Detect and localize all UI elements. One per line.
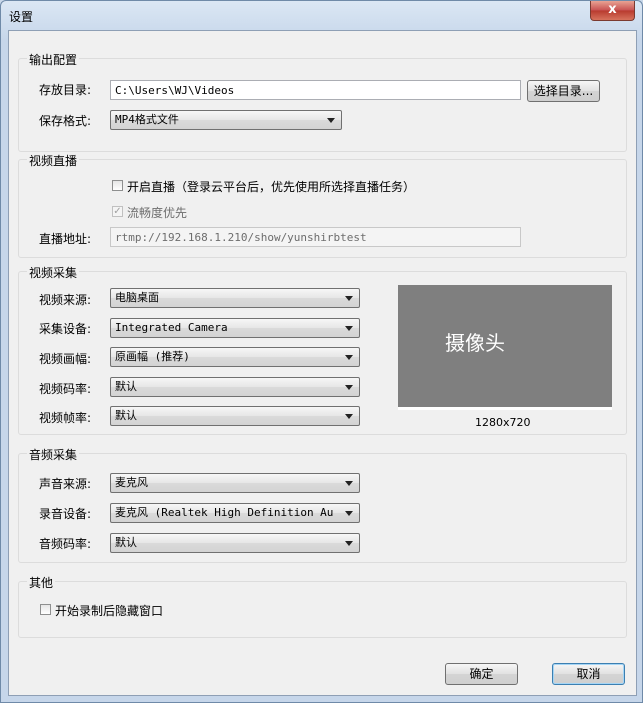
video-source-value: 电脑桌面	[115, 291, 159, 304]
camera-preview: 摄像头	[398, 285, 612, 410]
smooth-first-checkbox[interactable]: ✓	[112, 206, 123, 217]
audio-source-value: 麦克风	[115, 476, 148, 489]
other-group-title: 其他	[27, 574, 56, 591]
audio-device-label: 录音设备:	[39, 507, 92, 521]
live-group: 视频直播 开启直播（登录云平台后，优先使用所选择直播任务） ✓ 流畅度优先 直播…	[18, 152, 627, 258]
cancel-button[interactable]: 取消	[552, 663, 625, 685]
live-url-label: 直播地址:	[39, 232, 92, 246]
chevron-down-icon	[345, 541, 353, 546]
close-icon: x	[608, 2, 617, 17]
camera-preview-text: 摄像头	[445, 331, 505, 355]
audio-device-value: 麦克风 (Realtek High Definition Au	[115, 506, 334, 519]
preview-resolution: 1280x720	[475, 416, 531, 429]
video-fps-select[interactable]: 默认	[110, 406, 360, 426]
chevron-down-icon	[345, 481, 353, 486]
chevron-down-icon	[345, 511, 353, 516]
ok-button[interactable]: 确定	[445, 663, 518, 685]
chevron-down-icon	[345, 355, 353, 360]
video-group-title: 视频采集	[27, 264, 80, 281]
video-source-select[interactable]: 电脑桌面	[110, 288, 360, 308]
video-frame-select[interactable]: 原画幅 (推荐)	[110, 347, 360, 367]
video-frame-value: 原画幅 (推荐)	[115, 350, 190, 363]
chevron-down-icon	[327, 118, 335, 123]
chevron-down-icon	[345, 296, 353, 301]
live-group-title: 视频直播	[27, 152, 80, 169]
chevron-down-icon	[345, 385, 353, 390]
format-select-value: MP4格式文件	[115, 113, 179, 126]
check-icon: ✓	[113, 206, 122, 217]
preview-edge	[398, 407, 612, 410]
audio-source-select[interactable]: 麦克风	[110, 473, 360, 493]
video-device-value: Integrated Camera	[115, 321, 228, 334]
video-bitrate-value: 默认	[115, 380, 137, 393]
live-url-input[interactable]: rtmp://192.168.1.210/show/yunshirbtest	[110, 227, 521, 247]
audio-bitrate-value: 默认	[115, 536, 137, 549]
video-device-select[interactable]: Integrated Camera	[110, 318, 360, 338]
hide-window-label[interactable]: 开始录制后隐藏窗口	[55, 602, 163, 619]
chevron-down-icon	[345, 326, 353, 331]
dir-label: 存放目录:	[39, 83, 92, 97]
video-fps-label: 视频帧率:	[39, 411, 92, 425]
chevron-down-icon	[345, 414, 353, 419]
smooth-first-label: 流畅度优先	[127, 206, 188, 220]
video-bitrate-label: 视频码率:	[39, 382, 92, 396]
dir-input[interactable]: C:\Users\WJ\Videos	[110, 80, 521, 100]
window-title: 设置	[9, 10, 34, 24]
close-button[interactable]: x	[590, 1, 635, 21]
video-fps-value: 默认	[115, 409, 137, 422]
output-group-title: 输出配置	[27, 51, 80, 68]
dialog-body: 输出配置 存放目录: C:\Users\WJ\Videos 选择目录... 保存…	[8, 30, 637, 696]
format-select[interactable]: MP4格式文件	[110, 110, 342, 130]
format-label: 保存格式:	[39, 114, 92, 128]
choose-dir-button[interactable]: 选择目录...	[527, 80, 600, 102]
video-device-label: 采集设备:	[39, 322, 92, 336]
enable-live-label[interactable]: 开启直播（登录云平台后，优先使用所选择直播任务）	[127, 178, 415, 195]
audio-group-title: 音频采集	[27, 446, 80, 463]
audio-source-label: 声音来源:	[39, 477, 92, 491]
video-frame-label: 视频画幅:	[39, 352, 92, 366]
audio-device-select[interactable]: 麦克风 (Realtek High Definition Au	[110, 503, 360, 523]
other-group: 其他 开始录制后隐藏窗口	[18, 574, 627, 638]
enable-live-checkbox[interactable]	[112, 180, 123, 191]
video-source-label: 视频来源:	[39, 293, 92, 307]
settings-window: 设置 x 输出配置 存放目录: C:\Users\WJ\Videos 选择目录.…	[0, 0, 643, 703]
audio-bitrate-label: 音频码率:	[39, 537, 92, 551]
hide-window-checkbox[interactable]	[40, 604, 51, 615]
audio-group: 音频采集 声音来源: 麦克风 录音设备: 麦克风 (Realtek High D…	[18, 446, 627, 563]
title-bar[interactable]: 设置 x	[1, 1, 642, 29]
output-group: 输出配置 存放目录: C:\Users\WJ\Videos 选择目录... 保存…	[18, 51, 627, 152]
audio-bitrate-select[interactable]: 默认	[110, 533, 360, 553]
video-bitrate-select[interactable]: 默认	[110, 377, 360, 397]
